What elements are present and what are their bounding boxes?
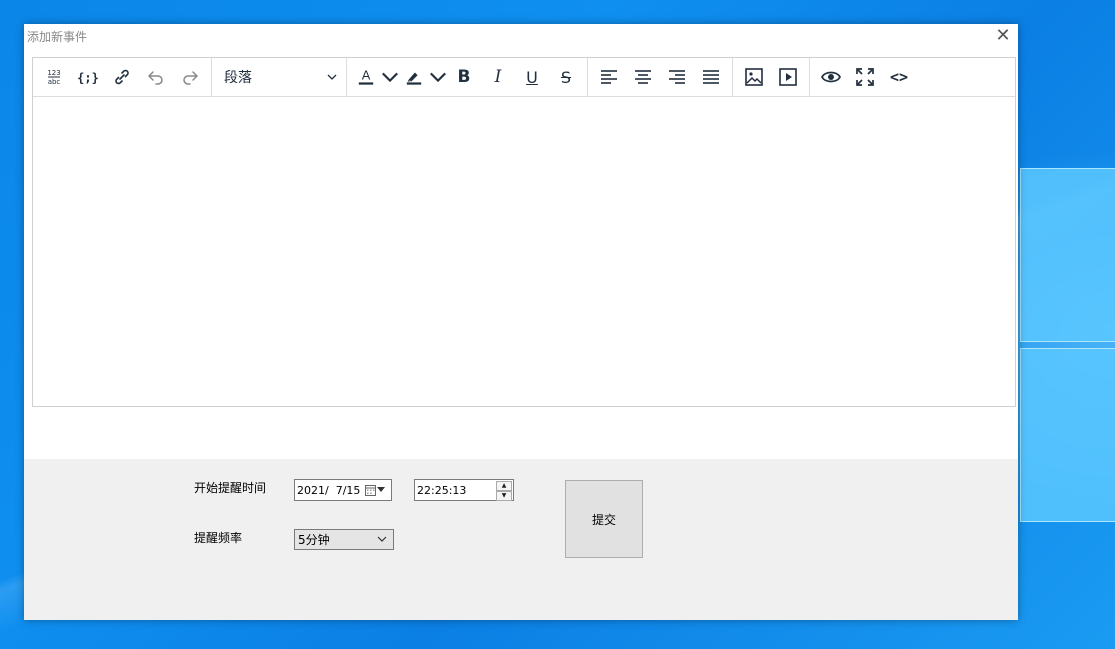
frequency-value: 5分钟	[298, 533, 330, 547]
insert-media-button[interactable]	[771, 62, 805, 92]
fullscreen-button[interactable]	[848, 62, 882, 92]
editor-toolbar: 123 abc {;} 段落 A B I U S <>	[33, 58, 1015, 97]
align-justify-button[interactable]	[694, 62, 728, 92]
frequency-label: 提醒频率	[194, 531, 243, 545]
toolbar-group-text-style: A B I U S	[347, 58, 588, 96]
fullscreen-icon	[856, 68, 874, 86]
highlight-color-button[interactable]	[399, 62, 447, 92]
bold-icon: B	[457, 67, 471, 87]
close-button[interactable]: ✕	[988, 24, 1018, 48]
chevron-down-icon	[327, 74, 337, 80]
spin-up-button[interactable]: ▲	[496, 481, 512, 491]
align-right-button[interactable]	[660, 62, 694, 92]
submit-button[interactable]: 提交	[565, 480, 643, 558]
word-count-button[interactable]: 123 abc	[37, 62, 71, 92]
word-count-icon: 123abc	[47, 69, 61, 86]
calendar-dropdown-icon[interactable]	[365, 484, 385, 496]
link-button[interactable]	[105, 62, 139, 92]
toolbar-group-view: <>	[810, 58, 920, 96]
block-format-value: 段落	[224, 70, 252, 86]
insert-image-button[interactable]	[737, 62, 771, 92]
toolbar-group-misc: 123 abc {;}	[33, 58, 212, 96]
frequency-select[interactable]: 5分钟	[294, 529, 394, 550]
spin-down-button[interactable]: ▼	[496, 491, 512, 501]
redo-icon	[183, 71, 198, 85]
windows-logo-pane	[1020, 348, 1115, 522]
title-bar: 添加新事件 ✕	[24, 24, 1018, 48]
undo-icon	[148, 71, 163, 85]
toolbar-group-format: 段落	[212, 58, 347, 96]
svg-text:abc: abc	[48, 78, 61, 86]
chevron-down-icon	[430, 72, 446, 83]
time-picker[interactable]: 22:25:13 ▲ ▼	[414, 479, 514, 501]
align-center-icon	[635, 70, 651, 84]
editor-content-area[interactable]	[33, 97, 1015, 406]
highlighter-icon	[406, 72, 422, 85]
svg-text:{;}: {;}	[78, 71, 98, 85]
toolbar-group-media	[733, 58, 810, 96]
strikethrough-button[interactable]: S	[549, 62, 583, 92]
underline-button[interactable]: U	[515, 62, 549, 92]
template-braces-icon: {;}	[78, 71, 98, 85]
time-spinner: ▲ ▼	[496, 481, 512, 501]
undo-button[interactable]	[139, 62, 173, 92]
reminder-settings-panel: 开始提醒时间 2021/ 7/15 22:25:13 ▲ ▼ 提醒频率 5分钟 …	[24, 459, 1018, 620]
start-time-label: 开始提醒时间	[194, 481, 267, 495]
date-picker[interactable]: 2021/ 7/15	[294, 479, 392, 501]
template-button[interactable]: {;}	[71, 62, 105, 92]
preview-button[interactable]	[814, 62, 848, 92]
code-icon: <>	[889, 68, 909, 86]
align-right-icon	[669, 70, 685, 84]
eye-icon	[821, 71, 841, 83]
underline-icon: U	[526, 67, 538, 87]
add-event-dialog: 添加新事件 ✕ 123 abc {;} 段落 A B I U S <> 开始提醒…	[24, 24, 1018, 620]
align-center-button[interactable]	[626, 62, 660, 92]
bold-button[interactable]: B	[447, 62, 481, 92]
redo-button[interactable]	[173, 62, 207, 92]
italic-icon: I	[494, 67, 502, 87]
block-format-select[interactable]: 段落	[216, 62, 342, 92]
time-value: 22:25:13	[417, 483, 467, 497]
strikethrough-icon: S	[560, 67, 572, 87]
rich-text-editor: 123 abc {;} 段落 A B I U S <>	[32, 57, 1016, 407]
date-value: 2021/ 7/15	[297, 483, 361, 497]
svg-text:A: A	[362, 68, 371, 83]
toolbar-group-align	[588, 58, 733, 96]
font-color-button[interactable]: A	[351, 62, 399, 92]
image-icon	[745, 68, 763, 86]
source-code-button[interactable]: <>	[882, 62, 916, 92]
align-left-button[interactable]	[592, 62, 626, 92]
link-icon	[115, 69, 129, 85]
chevron-down-icon	[377, 536, 387, 542]
italic-button[interactable]: I	[481, 62, 515, 92]
chevron-down-icon	[382, 72, 398, 83]
align-justify-icon	[703, 70, 719, 84]
window-title: 添加新事件	[27, 30, 88, 44]
windows-logo-pane	[1020, 168, 1115, 342]
video-play-icon	[779, 68, 797, 86]
align-left-icon	[601, 70, 617, 84]
svg-text:123: 123	[47, 69, 60, 77]
font-color-icon: A	[358, 68, 374, 85]
